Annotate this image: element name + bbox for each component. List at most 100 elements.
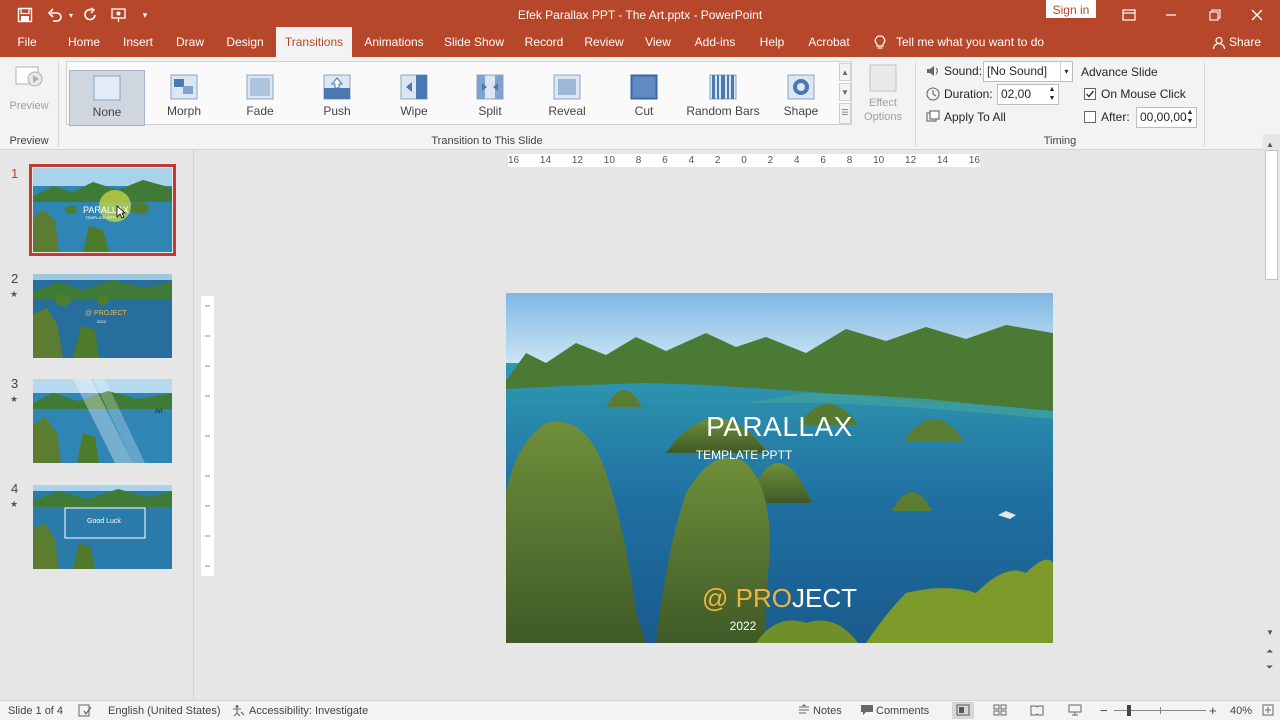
normal-view-icon[interactable] — [952, 702, 974, 719]
zoom-in-icon[interactable]: + — [1209, 703, 1217, 718]
duration-row: Duration: — [926, 87, 993, 101]
tab-insert[interactable]: Insert — [118, 30, 158, 57]
transition-fade[interactable]: Fade — [222, 70, 298, 126]
after-checkbox[interactable]: After: — [1084, 110, 1130, 124]
morph-icon — [170, 74, 198, 100]
tab-home[interactable]: Home — [62, 30, 106, 57]
vertical-ruler — [201, 296, 214, 576]
transition-push-label: Push — [323, 104, 351, 118]
transition-random-bars[interactable]: Random Bars — [683, 70, 763, 126]
fit-slide-icon[interactable] — [1262, 704, 1274, 719]
preview-label: Preview — [9, 100, 49, 112]
apply-to-all-button[interactable]: Apply To All — [926, 110, 1006, 124]
duration-value: 02,00 — [1001, 87, 1032, 101]
reading-view-icon[interactable] — [1030, 704, 1044, 719]
transition-none[interactable]: None — [69, 70, 145, 126]
transition-cut[interactable]: Cut — [606, 70, 682, 126]
share-person-icon[interactable] — [1210, 30, 1228, 57]
slide-project-rest: JECT — [791, 583, 857, 613]
tab-slide-show[interactable]: Slide Show — [440, 30, 508, 57]
restore-icon[interactable] — [1192, 0, 1238, 30]
tab-draw[interactable]: Draw — [170, 30, 210, 57]
on-mouse-click-label: On Mouse Click — [1101, 87, 1186, 101]
transition-wipe-label: Wipe — [400, 104, 428, 118]
tab-file[interactable]: File — [10, 30, 44, 57]
comments-icon[interactable] — [860, 704, 874, 719]
sound-select[interactable]: [No Sound] ▾ — [983, 61, 1073, 82]
after-input[interactable]: 00,00,00 ▲ ▼ — [1136, 107, 1197, 128]
tab-transitions[interactable]: Transitions — [276, 27, 352, 57]
sign-in-button[interactable]: Sign in — [1046, 0, 1096, 18]
gallery-scroll-up[interactable]: ▲ — [839, 63, 851, 81]
slide-year: 2022 — [729, 619, 757, 633]
scroll-down-icon[interactable]: ▼ — [1266, 628, 1274, 637]
sound-label: Sound: — [944, 64, 983, 78]
notes-icon[interactable] — [798, 704, 810, 719]
next-slide-icon[interactable]: ⏷ — [1266, 662, 1273, 673]
transition-morph[interactable]: Morph — [146, 70, 222, 126]
slide-title[interactable]: PARALLAX — [506, 411, 1053, 443]
preview-button[interactable]: Preview — [6, 61, 52, 125]
tab-animations[interactable]: Animations — [360, 30, 428, 57]
language-indicator[interactable]: English (United States) — [108, 705, 221, 717]
spinner-icon[interactable]: ▲ ▼ — [1185, 108, 1195, 126]
slide-thumbnail-4[interactable]: Good Luck — [33, 485, 172, 569]
slide-thumbnail-1[interactable]: PARALLAX TEMPLATE PPTT — [29, 164, 176, 256]
checkbox-unchecked-icon — [1084, 111, 1096, 123]
transition-shape[interactable]: Shape — [763, 70, 839, 126]
transition-split[interactable]: Split — [452, 70, 528, 126]
slide-subtitle-text: TEMPLATE PPTT — [695, 448, 793, 462]
transition-fade-label: Fade — [246, 104, 274, 118]
gallery-scroll-down[interactable]: ▼ — [839, 83, 851, 101]
transition-reveal[interactable]: Reveal — [529, 70, 605, 126]
transition-push[interactable]: Push — [299, 70, 375, 126]
slide-project-heading[interactable]: @ PROJECT — [506, 583, 1053, 614]
zoom-out-icon[interactable]: − — [1100, 703, 1108, 718]
tab-add-ins[interactable]: Add-ins — [688, 30, 742, 57]
close-icon[interactable] — [1234, 0, 1280, 30]
notes-button[interactable]: Notes — [813, 705, 842, 717]
comments-button[interactable]: Comments — [876, 705, 929, 717]
zoom-level[interactable]: 40% — [1230, 705, 1252, 717]
scrollbar-thumb[interactable] — [1265, 150, 1278, 280]
sound-row: Sound: — [926, 64, 982, 78]
split-icon — [476, 74, 504, 100]
share-button[interactable]: Share — [1228, 30, 1262, 57]
tab-review[interactable]: Review — [580, 30, 628, 57]
tab-design[interactable]: Design — [222, 30, 268, 57]
ribbon-display-options-icon[interactable] — [1106, 0, 1152, 30]
slide-counter: Slide 1 of 4 — [8, 705, 64, 717]
effect-options-label-2: Options — [864, 111, 902, 123]
accessibility-status[interactable]: Accessibility: Investigate — [249, 705, 368, 717]
tell-me-search[interactable]: Tell me what you want to do — [896, 30, 1046, 57]
spinner-icon[interactable]: ▲ ▼ — [1047, 85, 1057, 103]
slide-year-wrap[interactable]: 2022 — [506, 619, 980, 633]
tab-acrobat[interactable]: Acrobat — [802, 30, 856, 57]
minimize-icon[interactable] — [1148, 0, 1194, 30]
zoom-slider-handle[interactable] — [1127, 705, 1131, 716]
slide-thumbnail-3[interactable]: Art — [33, 379, 172, 463]
tab-help[interactable]: Help — [754, 30, 790, 57]
transition-morph-label: Morph — [166, 104, 201, 118]
slide-subtitle[interactable]: TEMPLATE PPTT — [506, 448, 982, 462]
current-slide[interactable]: PARALLAX TEMPLATE PPTT @ PROJECT 2022 — [506, 293, 1053, 643]
gallery-more-button[interactable]: ☰ — [839, 103, 851, 124]
transition-wipe[interactable]: Wipe — [376, 70, 452, 126]
apply-all-icon — [926, 110, 940, 122]
accessibility-icon[interactable] — [231, 704, 245, 720]
previous-slide-icon[interactable]: ⏶ — [1266, 646, 1273, 657]
cut-icon — [630, 74, 658, 100]
slide-show-icon[interactable] — [1068, 704, 1082, 719]
slide-sorter-icon[interactable] — [993, 704, 1007, 719]
animation-star-icon: ★ — [10, 499, 19, 509]
advance-slide-heading: Advance Slide — [1081, 65, 1158, 79]
tab-record[interactable]: Record — [520, 30, 568, 57]
scroll-up-icon[interactable]: ▲ — [1266, 140, 1274, 149]
spelling-check-icon[interactable] — [78, 704, 92, 720]
on-mouse-click-checkbox[interactable]: On Mouse Click — [1084, 87, 1186, 101]
tab-view[interactable]: View — [640, 30, 676, 57]
duration-input[interactable]: 02,00 ▲ ▼ — [997, 84, 1059, 105]
vertical-scrollbar[interactable]: ▲ ▼ ⏶ ⏷ — [1263, 134, 1280, 698]
slide-thumbnail-2[interactable]: @ PROJECT 2022 — [33, 274, 172, 358]
effect-options-button[interactable]: Effect Options — [858, 61, 908, 129]
